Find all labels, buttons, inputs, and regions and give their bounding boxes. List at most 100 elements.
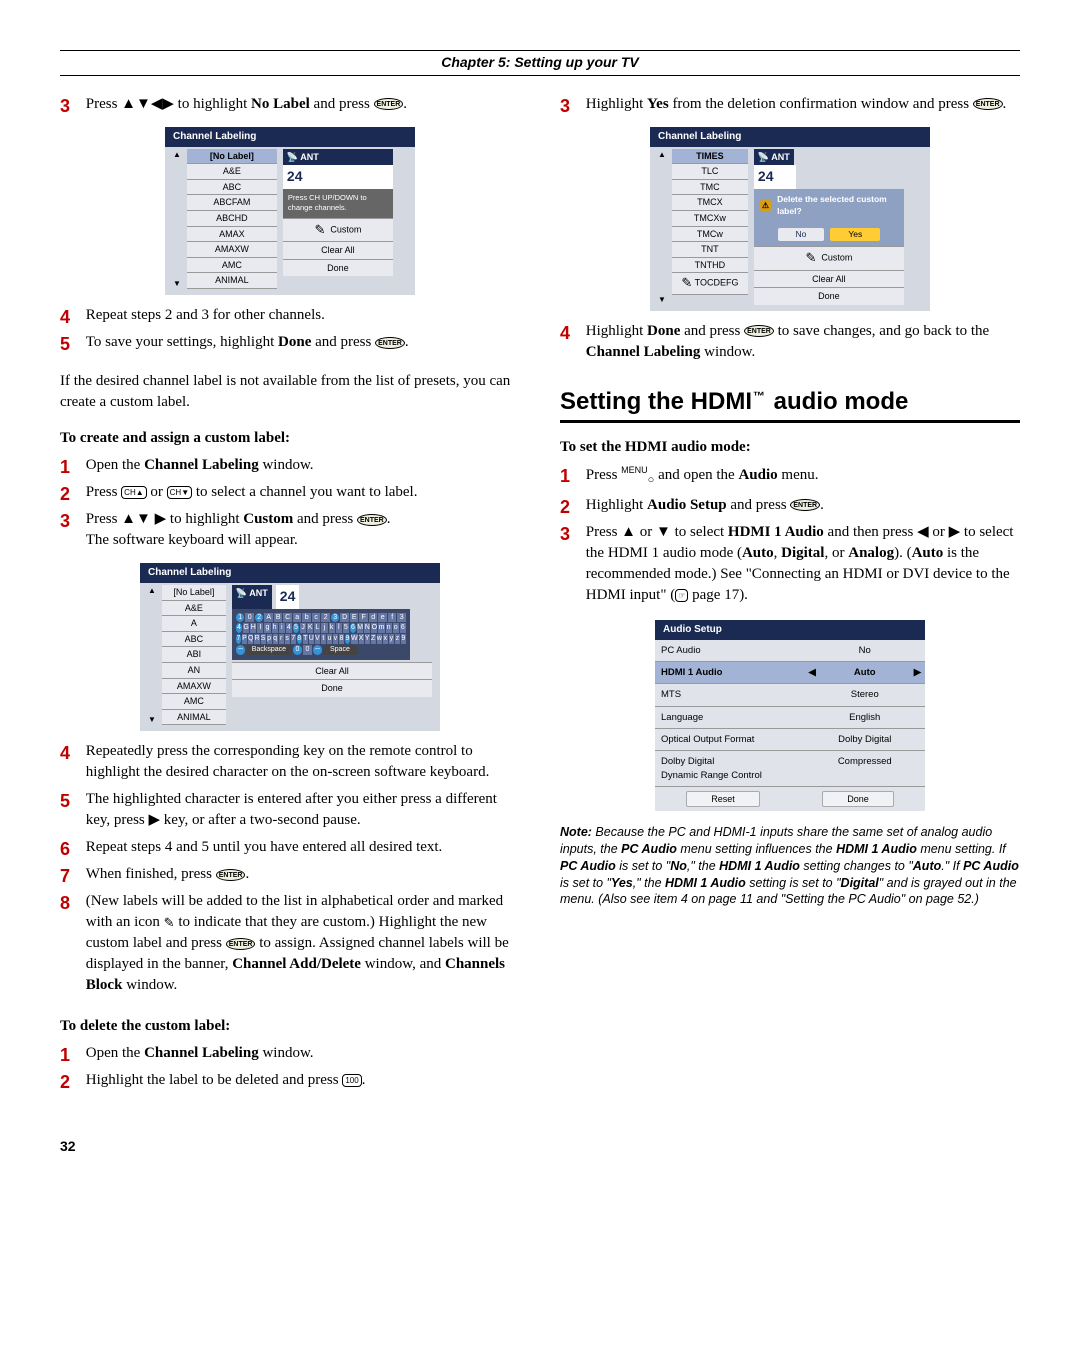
bold-text: Auto [742, 545, 774, 561]
text: Press ▲▼ ▶ to highlight [86, 511, 244, 527]
list-item: ANIMAL [187, 273, 277, 289]
text: menu setting influences the [677, 842, 836, 856]
step-5-row: 5 To save your settings, highlight Done … [60, 332, 520, 359]
text: Open the [86, 457, 144, 473]
ui-body: ▲▼ TIMES TLC TMC TMCX TMCXw TMCw TNT TNT… [650, 147, 930, 311]
bold-text: Audio Setup [647, 497, 727, 513]
custom-row: ✎ Custom [754, 246, 904, 269]
trademark-icon: ™ [753, 389, 765, 403]
bold-text: No [670, 859, 687, 873]
step-number: 5 [60, 332, 82, 357]
step-text: Repeatedly press the corresponding key o… [86, 741, 516, 783]
bold-text: Channel Labeling [586, 344, 701, 360]
ui-title: Channel Labeling [165, 127, 415, 147]
step-text: Highlight the label to be deleted and pr… [86, 1070, 516, 1091]
xref-icon: ☞ [675, 589, 688, 602]
list-item: AMAX [187, 227, 277, 243]
ui-buttons: ✎ Custom Clear All Done [754, 246, 904, 304]
step-text: Press ▲ or ▼ to select HDMI 1 Audio and … [586, 522, 1016, 606]
audio-value: Compressed [805, 751, 926, 786]
audio-row-selected: HDMI 1 Audio ◀Auto▶ [655, 662, 925, 684]
audio-row: MTS Stereo [655, 684, 925, 706]
list-item: AMC [162, 694, 226, 710]
text: TOCDEFG [695, 278, 739, 288]
ant-label: 📡 ANT [754, 149, 794, 166]
chapter-header: Chapter 5: Setting up your TV [60, 50, 1020, 76]
subheading: To delete the custom label: [60, 1016, 520, 1037]
text: menu. [778, 467, 819, 483]
ch-up-icon: CH▲ [121, 486, 146, 499]
alert-bar: ⚠ Delete the selected custom label? [754, 189, 904, 223]
clearall-row: Clear All [283, 241, 393, 259]
text: Highlight [586, 323, 647, 339]
text: ANT [771, 152, 790, 162]
bold-text: Done [278, 334, 311, 350]
step-number: 4 [560, 321, 582, 346]
bold-text: Digital [781, 545, 824, 561]
text: , or [824, 545, 848, 561]
enter-icon: ENTER [973, 98, 1003, 110]
text: to save changes, and go back to the [774, 323, 989, 339]
audio-footer: Reset Done [655, 787, 925, 812]
step-number: 3 [560, 522, 582, 547]
ui-buttons: Clear All Done [232, 662, 432, 697]
note-label: Note: [560, 825, 592, 839]
ui-title: Channel Labeling [140, 563, 440, 583]
step-number: 1 [60, 455, 82, 480]
channel-number: 24 [283, 165, 393, 189]
step-number: 7 [60, 864, 82, 889]
list-item: TMCX [672, 195, 748, 211]
text: and press [727, 497, 791, 513]
done-row: Done [232, 679, 432, 697]
scroll-arrows: ▲▼ [173, 149, 181, 289]
step-number: 3 [560, 94, 582, 119]
channel-number: 24 [754, 165, 796, 189]
text: ." If [941, 859, 963, 873]
bold-text: Digital [841, 876, 879, 890]
list-item: TMCw [672, 227, 748, 243]
audio-label: Dolby Digital Dynamic Range Control [655, 751, 805, 786]
bold-text: Channel Labeling [144, 1045, 259, 1061]
text: Press [86, 484, 121, 500]
ui-body: ▲▼ [No Label] A&E ABC ABCFAM ABCHD AMAX … [165, 147, 415, 295]
sub1-step-8: 8 (New labels will be added to the list … [60, 891, 520, 1002]
list-item: TNT [672, 242, 748, 258]
list-item: TNTHD [672, 258, 748, 274]
enter-icon: ENTER [357, 514, 387, 526]
clearall-row: Clear All [754, 270, 904, 288]
step-text: Press MENU○ and open the Audio menu. [586, 464, 1016, 488]
audio-value: ◀Auto▶ [805, 662, 926, 683]
sub1-step-1: 1 Open the Channel Labeling window. [60, 455, 520, 482]
audio-label: HDMI 1 Audio [655, 662, 805, 683]
audio-row: Dolby Digital Dynamic Range Control Comp… [655, 751, 925, 787]
ui-body: ▲▼ [No Label] A&E A ABC ABI AN AMAXW AMC… [140, 583, 440, 731]
hundred-icon: 100 [342, 1074, 361, 1087]
bold-text: No Label [251, 96, 310, 112]
hint-text: Press CH UP/DOWN to change channels. [283, 189, 393, 218]
bold-text: PC Audio [560, 859, 616, 873]
bold-text: Auto [913, 859, 941, 873]
text: ," the [633, 876, 665, 890]
list-item: ANIMAL [162, 710, 226, 726]
text: and press [293, 511, 357, 527]
channel-list: [No Label] A&E ABC ABCFAM ABCHD AMAX AMA… [187, 149, 277, 289]
text: ANT [249, 588, 268, 598]
audio-row: PC Audio No [655, 640, 925, 662]
sub1-step-3: 3 Press ▲▼ ▶ to highlight Custom and pre… [60, 509, 520, 557]
clearall-row: Clear All [232, 662, 432, 680]
text: ANT [300, 152, 319, 162]
text: Highlight [586, 497, 647, 513]
step-text: Press ▲▼ ▶ to highlight Custom and press… [86, 509, 516, 551]
text: The software keyboard will appear. [86, 532, 298, 548]
bold-text: Analog [848, 545, 894, 561]
text: to select a channel you want to label. [192, 484, 417, 500]
warning-icon: ⚠ [760, 200, 771, 211]
text: menu setting. If [917, 842, 1006, 856]
text: and press [680, 323, 744, 339]
ch-dn-icon: CH▼ [167, 486, 192, 499]
del-step-1: 1 Open the Channel Labeling window. [60, 1043, 520, 1070]
section-heading: Setting the HDMI™ audio mode [560, 385, 1020, 419]
list-item: ABCFAM [187, 195, 277, 211]
step-number: 3 [60, 94, 82, 119]
sub1-step-2: 2 Press CH▲ or CH▼ to select a channel y… [60, 482, 520, 509]
